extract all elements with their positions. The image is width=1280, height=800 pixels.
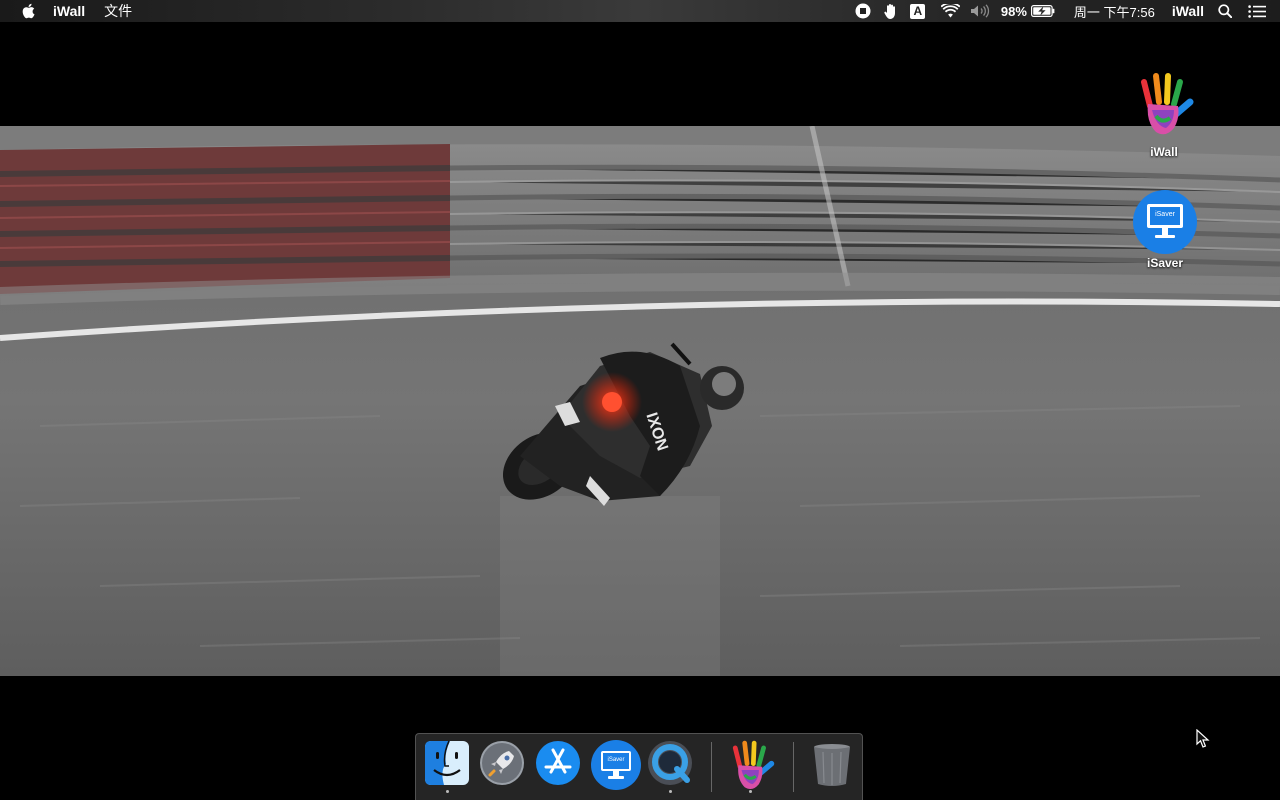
notification-center-icon[interactable] <box>1248 0 1266 22</box>
isaver-monitor-icon: iSaver <box>1133 190 1197 254</box>
menu-bar: iWall 文件 A 98% 周一 下午7:56 iWall <box>0 0 1280 22</box>
clock[interactable]: 周一 下午7:56 <box>1074 0 1155 22</box>
battery-charging-icon[interactable] <box>1031 0 1056 22</box>
isaver-monitor-icon: iSaver <box>591 740 641 790</box>
battery-percent: 98% <box>1000 3 1027 19</box>
desktop-icon-label: iSaver <box>1146 256 1184 270</box>
finder-icon <box>424 740 470 790</box>
running-indicator <box>446 790 449 793</box>
mouse-cursor-icon <box>1196 728 1210 754</box>
iwall-hand-icon <box>1134 72 1194 143</box>
desktop-icon-label: iWall <box>1150 145 1178 159</box>
volume-icon[interactable] <box>970 0 990 22</box>
dock-item-quicktime[interactable] <box>647 740 695 793</box>
desktop-icon-isaver[interactable]: iSaver iSaver <box>1125 190 1205 270</box>
dock-item-iwall[interactable] <box>727 740 775 793</box>
apple-menu-icon[interactable] <box>21 3 35 19</box>
isaver-badge-text: iSaver <box>1155 211 1175 218</box>
spotlight-search-icon[interactable] <box>1217 0 1233 22</box>
rocket-icon <box>479 741 525 790</box>
dock-item-launchpad[interactable] <box>479 740 527 790</box>
wifi-icon[interactable] <box>941 0 961 22</box>
trash-icon <box>809 744 855 792</box>
hand-grab-icon[interactable] <box>882 0 900 22</box>
isaver-badge-text: iSaver <box>607 757 625 763</box>
video-wallpaper: IXON <box>0 126 1280 676</box>
dock-item-app-store[interactable] <box>535 740 583 790</box>
running-indicator <box>749 790 752 793</box>
dock-item-isaver[interactable]: iSaver <box>591 740 641 790</box>
input-method-icon[interactable]: A <box>909 0 927 22</box>
dock: iSaver <box>415 733 863 800</box>
app-store-icon <box>535 741 581 790</box>
record-stop-icon[interactable] <box>853 0 873 22</box>
dock-item-trash[interactable] <box>809 740 857 790</box>
menu-app-name[interactable]: iWall <box>53 3 85 19</box>
dock-item-finder[interactable] <box>424 740 472 793</box>
desktop-icon-iwall[interactable]: iWall <box>1124 72 1204 159</box>
running-indicator <box>669 790 672 793</box>
quicktime-icon <box>647 741 693 790</box>
menu-extra-iwall[interactable]: iWall <box>1172 0 1204 22</box>
iwall-hand-icon <box>727 740 775 796</box>
dock-separator <box>793 742 794 792</box>
menu-file[interactable]: 文件 <box>104 1 132 21</box>
dock-separator <box>711 742 712 792</box>
